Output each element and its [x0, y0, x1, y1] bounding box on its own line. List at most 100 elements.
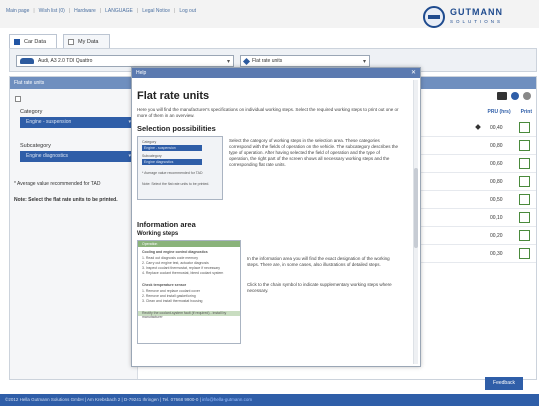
- car-icon: [20, 58, 34, 64]
- nav-link-log-out[interactable]: Log out: [179, 8, 196, 14]
- scrollbar-thumb[interactable]: [414, 168, 418, 248]
- nav-link-wish-list[interactable]: Wish list (0): [39, 8, 65, 14]
- top-navigation: Main page | Wish list (0) | Hardware | L…: [0, 0, 539, 28]
- column-header-print: Print: [520, 109, 532, 115]
- page-footer: ©2012 Hella Gutmann Solutions GmbH | Am …: [0, 394, 539, 406]
- print-checkbox[interactable]: [519, 176, 530, 187]
- print-checkbox[interactable]: [519, 212, 530, 223]
- logo-emblem-icon: [423, 6, 445, 28]
- thumb-subcategory-label: Subcategory: [142, 154, 162, 158]
- logo-tagline: SOLUTIONS: [450, 19, 504, 24]
- thumb-line: 1. Read out diagnosis code memory: [142, 256, 199, 260]
- main-tabs: Car Data My Data: [9, 34, 110, 48]
- close-icon[interactable]: ✕: [411, 68, 416, 78]
- top-links: Main page | Wish list (0) | Hardware | L…: [6, 8, 196, 14]
- nav-separator: |: [136, 8, 139, 14]
- print-checkbox[interactable]: [519, 140, 530, 151]
- nav-link-hardware[interactable]: Hardware: [74, 8, 96, 14]
- help-title: Flat rate units: [137, 90, 210, 102]
- pru-value: 00,60: [490, 161, 503, 167]
- car-data-icon: [14, 38, 20, 45]
- information-screenshot: Operation Cooling and engine control dia…: [137, 240, 241, 344]
- category-select[interactable]: Engine - suspension ▾: [20, 117, 134, 128]
- vehicle-select[interactable]: Audi, A3 2.0 TDI Quattro ▾: [16, 55, 234, 67]
- information-heading: Information area: [137, 220, 196, 229]
- print-checkbox[interactable]: [519, 230, 530, 241]
- print-checkbox[interactable]: [519, 194, 530, 205]
- thumb-category-select: Engine - suspension: [142, 145, 202, 151]
- printer-icon[interactable]: [497, 92, 507, 100]
- subcategory-label: Subcategory: [20, 143, 51, 149]
- chain-symbol-text: Click to the chain symbol to indicate su…: [247, 282, 392, 293]
- pru-value: 00,80: [490, 143, 503, 149]
- working-steps-heading: Working steps: [137, 231, 179, 237]
- help-dialog-body: Flat rate units Here you will find the m…: [132, 78, 412, 366]
- thumb-line: 2. Remove and install gasket/oring: [142, 294, 196, 298]
- pru-value: 00,10: [490, 215, 503, 221]
- logo-brand: GUTMANN: [450, 7, 503, 17]
- pru-value: 00,40: [490, 125, 503, 131]
- vehicle-select-value: Audi, A3 2.0 TDI Quattro: [38, 58, 93, 64]
- select-all-checkbox[interactable]: [15, 96, 21, 102]
- footer-text: ©2012 Hella Gutmann Solutions GmbH | Am …: [5, 397, 201, 402]
- tab-label: My Data: [78, 38, 99, 45]
- subcategory-select[interactable]: Engine diagnostics ▾: [20, 151, 134, 162]
- footer-email-link[interactable]: info@hella-gutmann.com: [202, 397, 252, 402]
- thumb-line: Operation: [142, 242, 158, 246]
- selection-screenshot: Category Engine - suspension Subcategory…: [137, 136, 223, 200]
- tab-label: Car Data: [24, 38, 47, 45]
- thumb-line: 4. Replace coolant thermostat, bleed coo…: [142, 271, 224, 275]
- category-select-value: Engine - suspension: [26, 119, 72, 125]
- tab-my-data[interactable]: My Data: [63, 34, 110, 48]
- edit-icon: [242, 57, 251, 65]
- print-note: Note: Select the flat rate units to be p…: [14, 197, 118, 203]
- print-checkbox[interactable]: [519, 122, 530, 133]
- thumb-note1: * Average value recommended for TAD: [142, 171, 203, 175]
- table-tools: [497, 92, 531, 100]
- table-column-headers: PRU (hrs) Print: [488, 109, 532, 115]
- chevron-down-icon: ▾: [362, 59, 366, 65]
- help-dialog-header: Help ✕: [132, 68, 420, 78]
- column-header-pru: PRU (hrs): [487, 109, 511, 115]
- pru-value: 00,80: [490, 179, 503, 185]
- thumb-subcategory-select: Engine diagnostics: [142, 159, 202, 165]
- nav-link-language[interactable]: LANGUAGE: [105, 8, 133, 14]
- nav-separator: |: [33, 8, 35, 14]
- print-checkbox[interactable]: [519, 158, 530, 169]
- function-select[interactable]: Flat rate units ▾: [240, 55, 370, 67]
- tab-car-data[interactable]: Car Data: [9, 34, 58, 48]
- information-text: In the information area you will find th…: [247, 256, 390, 267]
- average-value-note: * Average value recommended for TAD: [14, 181, 101, 187]
- feedback-button[interactable]: Feedback: [485, 377, 523, 390]
- nav-separator: |: [68, 8, 71, 14]
- function-select-value: Flat rate units: [252, 58, 283, 64]
- nav-separator: |: [99, 8, 102, 14]
- pru-value: 00,50: [490, 197, 503, 203]
- pru-value: 00,20: [490, 233, 503, 239]
- help-scrollbar[interactable]: [413, 80, 418, 364]
- thumb-line: 1. Remove and replace coolant cover: [142, 289, 200, 293]
- nav-link-legal-notice[interactable]: Legal Notice: [142, 8, 170, 14]
- thumb-line: Rectify the coolant-system fault (if req…: [142, 311, 227, 319]
- info-icon[interactable]: [511, 92, 519, 100]
- help-intro-text: Here you will find the manufacturer's sp…: [137, 107, 399, 118]
- thumb-line: 3. Clean and install thermostat housing: [142, 299, 203, 303]
- thumb-line: 2. Carry out engine test, actuator diagn…: [142, 261, 209, 265]
- print-checkbox[interactable]: [519, 248, 530, 259]
- thumb-note2: Note: Select the flat rate units to be p…: [142, 182, 210, 186]
- edit-icon[interactable]: [475, 124, 481, 130]
- selection-text: Select the category of working steps in …: [229, 138, 399, 167]
- chevron-down-icon: ▾: [226, 59, 230, 65]
- pru-value: 00,30: [490, 251, 503, 257]
- thumb-line: Cooling and engine control diagnostics: [142, 250, 208, 254]
- thumb-line: Check temperature sensor: [142, 283, 187, 287]
- nav-link-main-page[interactable]: Main page: [6, 8, 29, 14]
- subcategory-select-value: Engine diagnostics: [26, 153, 68, 159]
- nav-separator: |: [174, 8, 176, 14]
- selection-sidebar: Category Engine - suspension ▾ Subcatego…: [10, 89, 138, 379]
- help-dialog-title: Help: [136, 70, 147, 76]
- company-logo: GUTMANN SOLUTIONS: [423, 4, 533, 30]
- my-data-icon: [68, 38, 75, 45]
- thumb-category-label: Category: [142, 140, 157, 144]
- help-icon[interactable]: [523, 92, 531, 100]
